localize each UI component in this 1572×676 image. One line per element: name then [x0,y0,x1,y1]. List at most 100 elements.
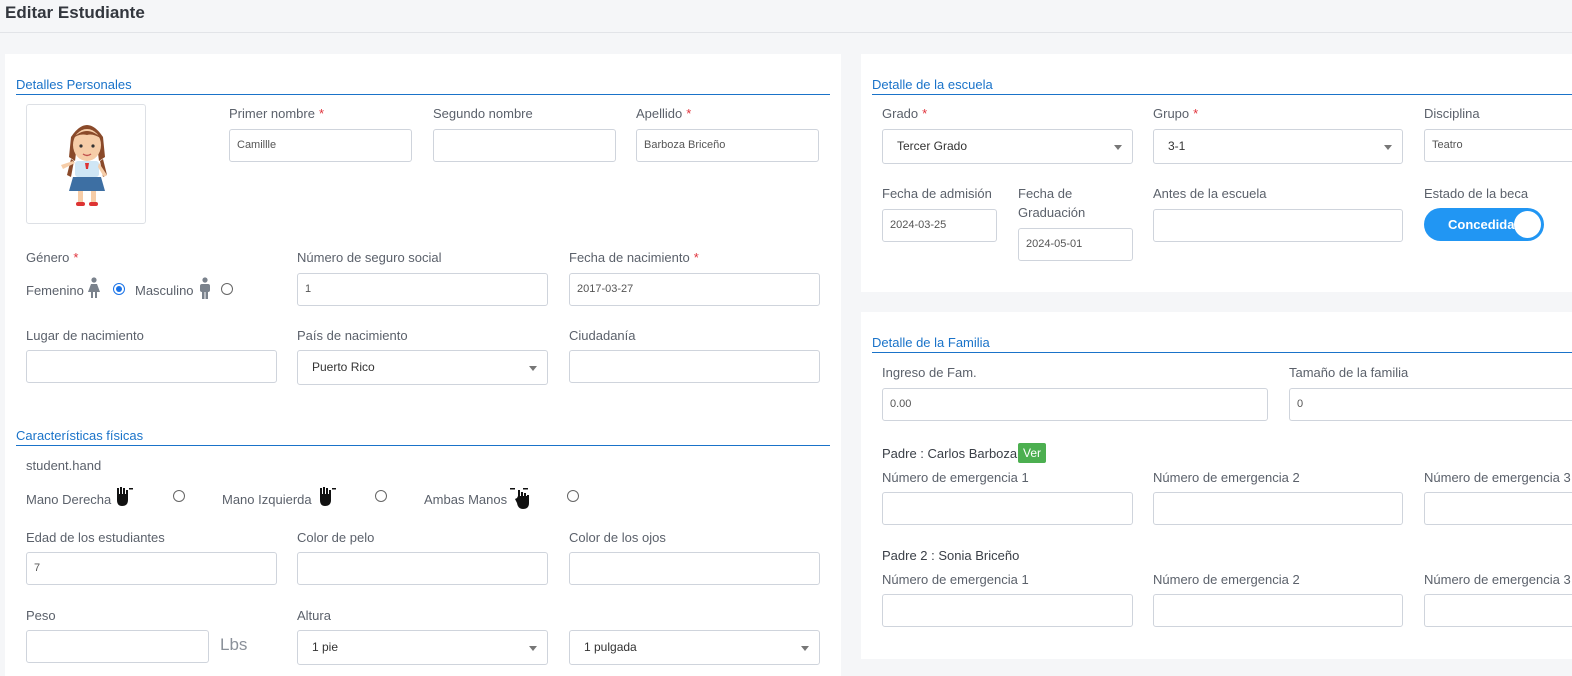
family-section-title: Detalle de la Familia [872,335,990,350]
second-name-input[interactable] [433,129,616,162]
birth-date-label: Fecha de nacimiento * [569,250,699,265]
chevron-down-icon [1114,145,1122,150]
graduation-date-label-1: Fecha de [1018,186,1073,201]
birth-country-select[interactable]: Puerto Rico [297,350,548,385]
height-label: Altura [297,608,331,623]
parent1-label: Padre : [882,446,928,461]
parent2-label: Padre 2 : [882,548,939,563]
title-divider [0,32,1572,33]
height-feet-value: 1 pie [312,640,339,654]
p1-emergency1-label: Número de emergencia 1 [882,470,1029,485]
physical-section-title: Características físicas [16,428,144,443]
last-name-label: Apellido * [636,106,692,121]
grade-select[interactable]: Tercer Grado [882,129,1133,164]
birth-country-value: Puerto Rico [312,360,375,374]
grade-value: Tercer Grado [897,139,968,153]
page-title: Editar Estudiante [5,3,145,22]
p2-emergency2-label: Número de emergencia 2 [1153,572,1300,587]
ssn-label: Número de seguro social [297,250,442,265]
first-name-input[interactable]: Camillle [229,129,412,162]
p2-emergency3-label: Número de emergencia 3 [1424,572,1571,587]
right-hand-radio[interactable] [173,490,185,502]
school-section-line [872,94,1572,95]
eye-color-input[interactable] [569,552,820,585]
chevron-down-icon [1384,145,1392,150]
second-name-label: Segundo nombre [433,106,533,121]
last-name-input[interactable]: Barboza Briceño [636,129,819,162]
height-feet-select[interactable]: 1 pie [297,630,548,665]
hand-label: student.hand [26,458,102,473]
parent1-line: Padre : Carlos Barboza [882,446,1017,461]
citizenship-label: Ciudadanía [569,328,636,343]
family-section-line [872,352,1572,353]
birth-country-label: País de nacimiento [297,328,408,343]
first-name-label: Primer nombre * [229,106,325,121]
scholarship-toggle-label: Concedida [1448,217,1515,232]
right-hand-icon [114,486,134,513]
left-hand-label: Mano Izquierda [222,492,312,507]
p2-emergency2-input[interactable] [1153,594,1403,627]
discipline-label: Disciplina [1424,106,1480,121]
birth-date-input[interactable]: 2017-03-27 [569,273,820,306]
male-icon [197,277,213,304]
prior-school-input[interactable] [1153,209,1403,242]
female-icon [86,277,102,304]
birth-place-label: Lugar de nacimiento [26,328,144,343]
p1-emergency2-input[interactable] [1153,492,1403,525]
chevron-down-icon [529,366,537,371]
right-hand-label: Mano Derecha [26,492,112,507]
height-inches-value: 1 pulgada [584,640,637,654]
p2-emergency1-input[interactable] [882,594,1133,627]
physical-section-line [16,445,830,446]
gender-male-radio[interactable] [221,283,233,295]
height-inches-select[interactable]: 1 pulgada [569,630,820,665]
group-select[interactable]: 3-1 [1153,129,1403,164]
admission-date-label: Fecha de admisión [882,186,992,201]
family-size-label: Tamaño de la familia [1289,365,1409,380]
both-hands-radio[interactable] [567,490,579,502]
graduation-date-input[interactable]: 2024-05-01 [1018,228,1133,261]
both-hands-icon [509,486,533,515]
toggle-knob [1514,211,1541,238]
scholarship-label: Estado de la beca [1424,186,1529,201]
family-income-label: Ingreso de Fam. [882,365,977,380]
personal-section-line [16,94,830,95]
admission-date-input[interactable]: 2024-03-25 [882,209,997,242]
view-parent-button[interactable]: Ver [1018,443,1047,463]
eye-color-label: Color de los ojos [569,530,666,545]
girl-avatar-icon [61,125,107,206]
family-size-input[interactable]: 0 [1289,388,1572,421]
p1-emergency1-input[interactable] [882,492,1133,525]
weight-label: Peso [26,608,56,623]
chevron-down-icon [529,646,537,651]
p2-emergency3-input[interactable] [1424,594,1572,627]
age-input[interactable]: 7 [26,552,277,585]
p1-emergency2-label: Número de emergencia 2 [1153,470,1300,485]
age-label: Edad de los estudiantes [26,530,165,545]
gender-female-label: Femenino [26,283,84,298]
prior-school-label: Antes de la escuela [1153,186,1267,201]
both-hands-label: Ambas Manos [424,492,508,507]
gender-male-label: Masculino [135,283,194,298]
citizenship-input[interactable] [569,350,820,383]
personal-section-title: Detalles Personales [16,77,132,92]
graduation-date-label-2: Graduación [1018,205,1086,220]
gender-female-radio[interactable] [113,283,125,295]
p1-emergency3-input[interactable] [1424,492,1572,525]
gender-label: Género * [26,250,79,265]
chevron-down-icon [801,646,809,651]
p1-emergency3-label: Número de emergencia 3 [1424,470,1571,485]
family-income-input[interactable]: 0.00 [882,388,1268,421]
hair-color-input[interactable] [297,552,548,585]
birth-place-input[interactable] [26,350,277,383]
school-section-title: Detalle de la escuela [872,77,993,92]
ssn-input[interactable]: 1 [297,273,548,306]
discipline-input[interactable]: Teatro [1424,129,1572,162]
school-card: Detalle de la escuela [861,54,1572,292]
weight-input[interactable] [26,630,209,663]
parent2-line: Padre 2 : Sonia Briceño [882,548,1019,563]
student-avatar[interactable] [26,104,146,224]
left-hand-radio[interactable] [375,490,387,502]
grade-label: Grado * [882,106,928,121]
scholarship-toggle[interactable]: Concedida [1424,208,1544,241]
